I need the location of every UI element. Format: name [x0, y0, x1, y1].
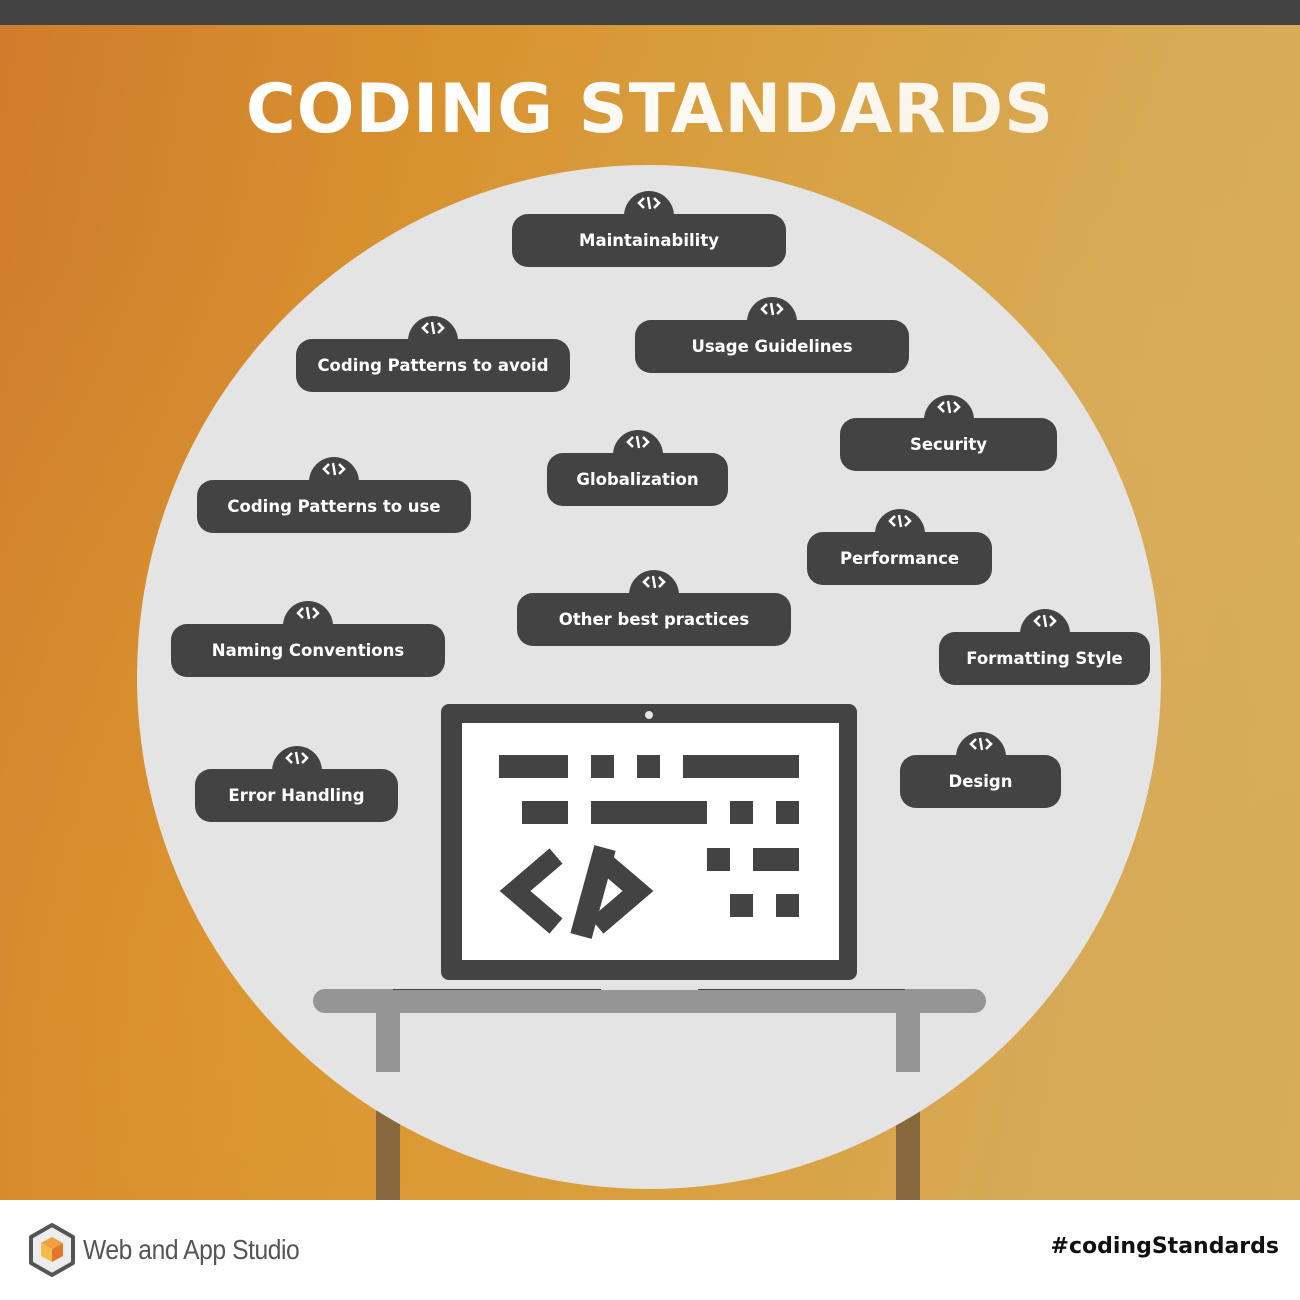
- laptop-icon: [393, 704, 905, 990]
- brand: Web and App Studio: [27, 1222, 329, 1278]
- topic-badge-coding-patterns-avoid: Coding Patterns to avoid: [296, 316, 570, 392]
- desk-leg-right: [896, 1012, 920, 1072]
- topic-label: Naming Conventions: [211, 641, 405, 660]
- code-tag-icon: [612, 430, 663, 470]
- topic-label: Globalization: [576, 470, 699, 489]
- topic-label: Usage Guidelines: [691, 337, 853, 356]
- topic-badge-coding-patterns-use: Coding Patterns to use: [197, 457, 471, 533]
- hashtag: #codingStandards: [1050, 1234, 1279, 1259]
- topic-label: Formatting Style: [966, 649, 1123, 668]
- footer: Web and App Studio #codingStandards: [0, 1200, 1300, 1300]
- topic-label: Performance: [839, 549, 960, 568]
- hexagon-cube-logo: [29, 1223, 75, 1277]
- topic-label: Error Handling: [228, 786, 365, 805]
- code-tag-icon: [955, 732, 1006, 772]
- topic-badge-formatting-style: Formatting Style: [939, 609, 1150, 685]
- code-tag-icon: [923, 395, 974, 435]
- topic-badge-design: Design: [900, 732, 1061, 808]
- code-tag-icon: [874, 509, 925, 549]
- desk-leg-left: [376, 1012, 400, 1072]
- topic-label: Maintainability: [579, 231, 719, 250]
- code-tag-icon: [271, 746, 322, 786]
- topic-label: Other best practices: [558, 610, 750, 629]
- desk-top: [313, 989, 986, 1013]
- brand-name: Web and App Studio: [83, 1234, 300, 1265]
- topic-badge-usage-guidelines: Usage Guidelines: [635, 297, 909, 373]
- topic-label: Coding Patterns to avoid: [317, 356, 549, 375]
- topic-badge-globalization: Globalization: [547, 430, 728, 506]
- topic-badge-performance: Performance: [807, 509, 992, 585]
- topic-badge-error-handling: Error Handling: [195, 746, 398, 822]
- topic-label: Coding Patterns to use: [227, 497, 441, 516]
- laptop-hinge-notch: [601, 989, 698, 990]
- topic-badge-security: Security: [840, 395, 1057, 471]
- topic-badge-naming-conventions: Naming Conventions: [171, 601, 445, 677]
- topic-label: Design: [948, 772, 1013, 791]
- code-tag-icon: [1019, 609, 1070, 649]
- webcam-dot: [645, 711, 653, 719]
- top-bar: [0, 0, 1300, 25]
- topic-label: Security: [909, 435, 988, 454]
- topic-badge-other-best-practices: Other best practices: [517, 570, 791, 646]
- page-title: CODING STANDARDS: [245, 70, 1055, 149]
- topic-badge-maintainability: Maintainability: [512, 191, 786, 267]
